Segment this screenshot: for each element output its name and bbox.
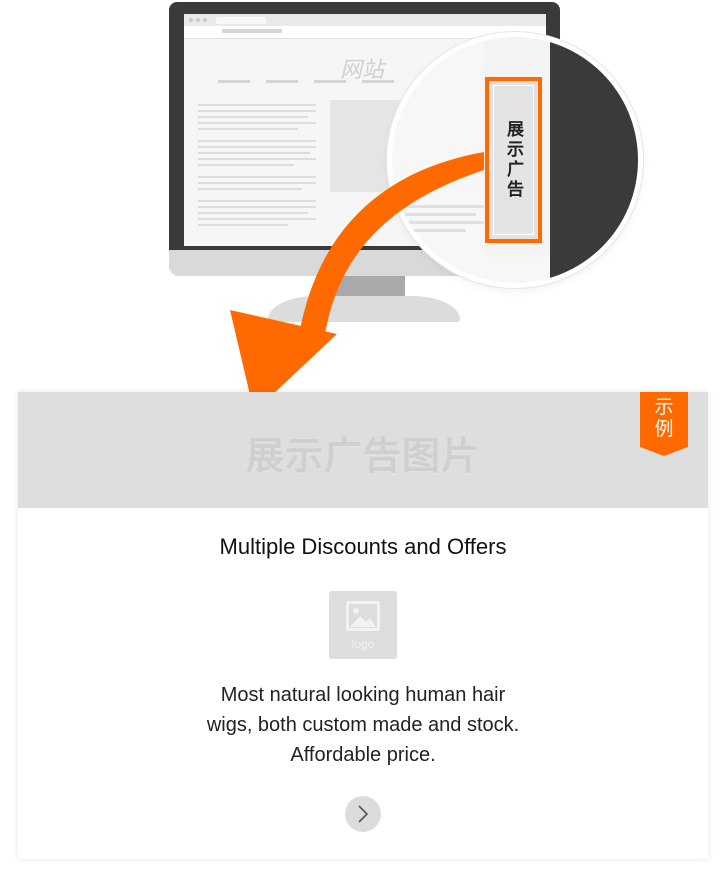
image-placeholder-icon	[346, 601, 380, 631]
curved-arrow-icon	[230, 152, 484, 412]
logo-label: logo	[351, 637, 375, 651]
next-button[interactable]	[345, 796, 381, 832]
badge-line-2: 例	[654, 418, 674, 440]
banner-label: 展示广告图片	[245, 433, 480, 478]
card-title: Multiple Discounts and Offers	[219, 534, 507, 559]
example-badge: 示 例	[640, 392, 688, 456]
badge-line-1: 示	[654, 396, 674, 418]
ad-preview-card: 展示广告图片 示 例 Multiple Discounts and Offers…	[18, 392, 708, 859]
ad-banner-image: 展示广告图片	[18, 392, 708, 508]
card-description: Most natural looking human hair wigs, bo…	[18, 680, 708, 770]
description-line-3: Affordable price.	[290, 744, 436, 766]
description-line-1: Most natural looking human hair	[220, 684, 506, 706]
description-line-2: wigs, both custom made and stock.	[206, 714, 520, 736]
logo-placeholder: logo	[329, 591, 397, 659]
chevron-right-icon	[358, 805, 369, 823]
